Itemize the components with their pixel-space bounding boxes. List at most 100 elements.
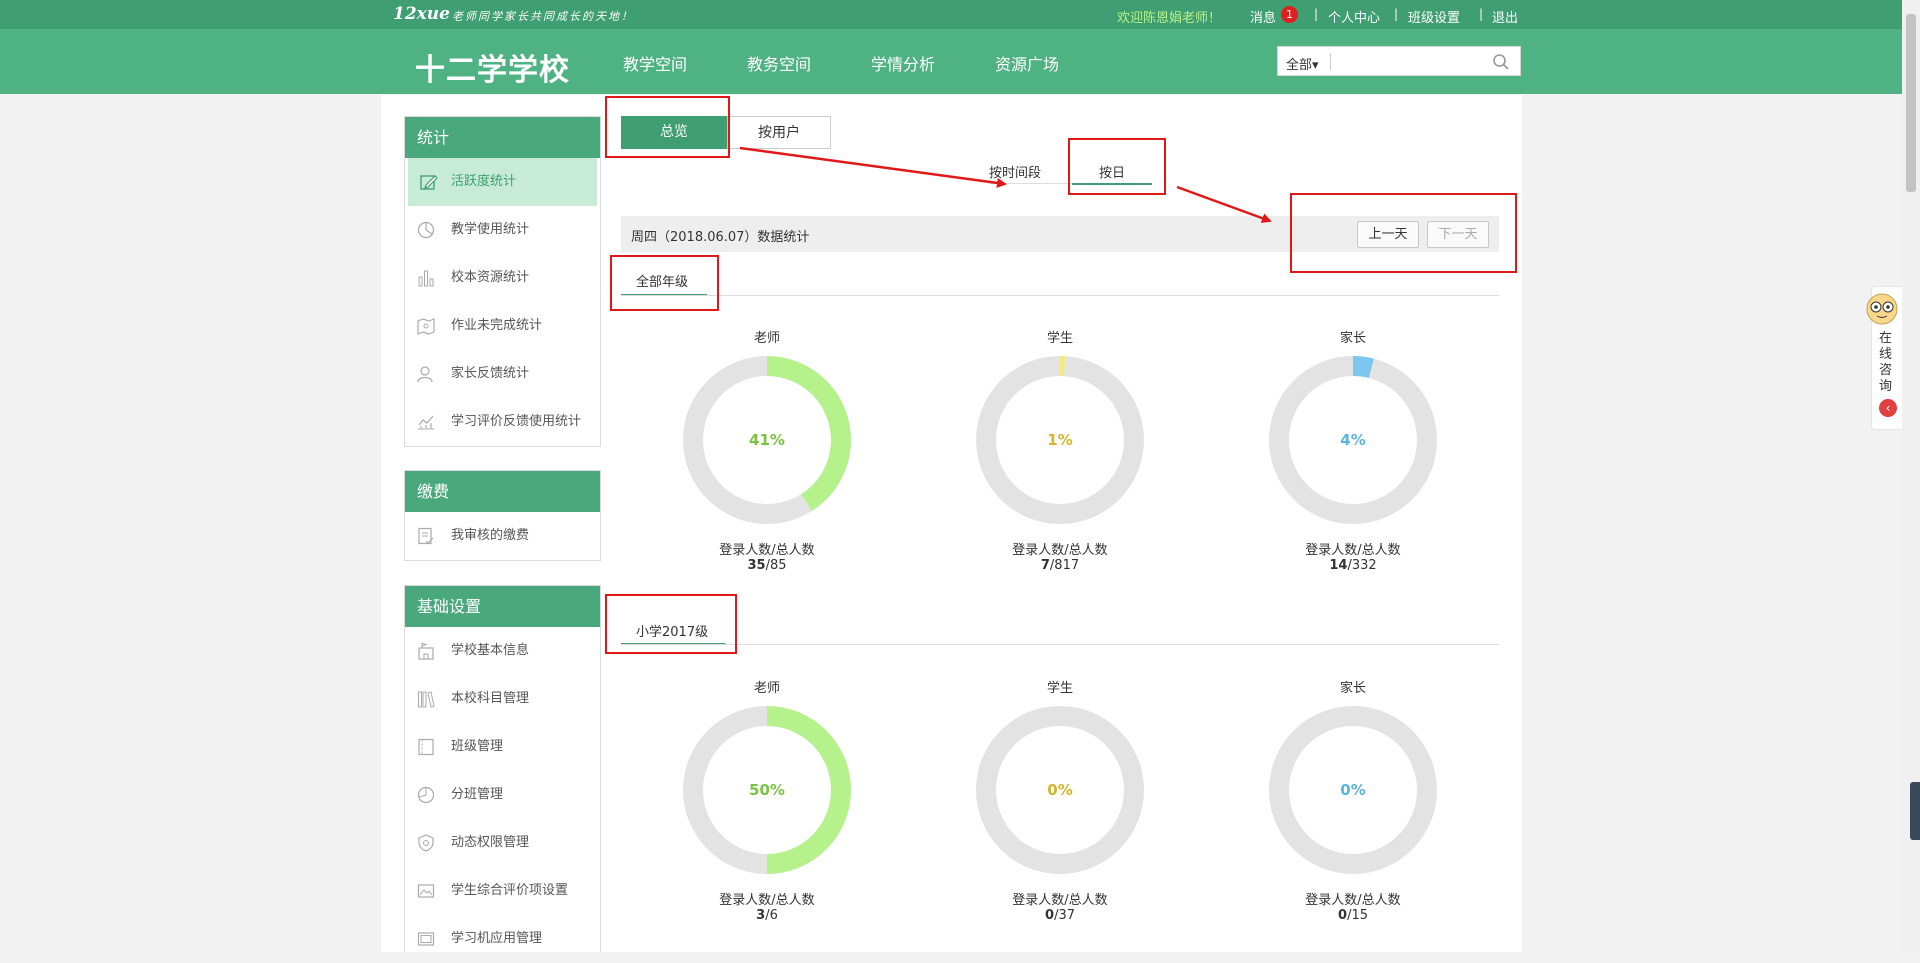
- sidebar-item-evaluation-feedback[interactable]: 学习评价反馈使用统计: [405, 398, 600, 446]
- class-settings-link[interactable]: 班级设置: [1408, 7, 1460, 26]
- stat-total: /15: [1347, 908, 1368, 923]
- sidebar-item-label: 校本资源统计: [451, 270, 530, 285]
- stat-count: 3/6: [667, 908, 867, 923]
- scrollbar-thumb[interactable]: [1906, 14, 1916, 192]
- bar-chart-icon: [418, 270, 434, 287]
- stat-label: 登录人数/总人数: [1305, 543, 1401, 558]
- side-drawer-handle[interactable]: [1910, 782, 1920, 840]
- annotation-box-by-day: [1068, 138, 1166, 195]
- stat-percentage: 41%: [749, 431, 785, 449]
- image-icon: [417, 884, 435, 898]
- sidebar-item-label: 活跃度统计: [451, 174, 517, 189]
- tab-by-user[interactable]: 按用户: [727, 116, 831, 149]
- tab-by-period[interactable]: 按时间段: [989, 162, 1041, 181]
- separator: |: [1479, 7, 1484, 21]
- sidebar-basic-title: 基础设置: [405, 586, 600, 627]
- stat-logged: 35: [747, 558, 766, 573]
- stat-logged: 0: [1045, 908, 1055, 923]
- sidebar-item-class-management[interactable]: 班级管理: [405, 723, 600, 771]
- sidebar-item-label: 家长反馈统计: [451, 366, 530, 381]
- search-box: 全部▾: [1277, 46, 1521, 76]
- stat-title: 老师: [753, 331, 780, 346]
- sidebar-item-teaching-usage[interactable]: 教学使用统计: [405, 206, 600, 254]
- sidebar-item-resource-stats[interactable]: 校本资源统计: [405, 254, 600, 302]
- annotation-box-all-grades: [610, 255, 719, 311]
- sidebar-item-homework-stats[interactable]: 作业未完成统计: [405, 302, 600, 350]
- nav-learning-analysis[interactable]: 学情分析: [871, 51, 935, 75]
- sidebar-item-label: 学生综合评价项设置: [451, 883, 569, 898]
- logout-link[interactable]: 退出: [1492, 7, 1518, 26]
- stat-title: 学生: [1046, 331, 1073, 346]
- stat-percentage: 50%: [749, 781, 785, 799]
- slogan: 老师同学家长共同成长的天地！: [452, 10, 634, 23]
- sidebar-item-learning-machine-apps[interactable]: 学习机应用管理: [405, 915, 600, 963]
- search-icon[interactable]: [1492, 53, 1510, 71]
- sidebar-item-subject-management[interactable]: 本校科目管理: [405, 675, 600, 723]
- trend-chart-icon: [418, 415, 434, 430]
- stat-title: 学生: [1046, 681, 1073, 696]
- annotation-box-day-buttons: [1290, 193, 1517, 273]
- stat-logged: 7: [1040, 558, 1050, 573]
- profile-link[interactable]: 个人中心: [1328, 7, 1380, 26]
- document-check-icon: [418, 527, 434, 545]
- donut-chart: 41%: [682, 355, 852, 525]
- nav-resource-plaza[interactable]: 资源广场: [995, 51, 1059, 75]
- stat-count: 7/817: [960, 558, 1160, 573]
- sidebar-item-label: 分班管理: [451, 787, 504, 802]
- stat-title: 老师: [753, 681, 780, 696]
- stat-total: /332: [1347, 558, 1377, 573]
- sidebar-item-label: 我审核的缴费: [451, 528, 530, 543]
- stat-card-student: 学生 1% 登录人数/总人数 7/817: [960, 327, 1160, 573]
- sidebar-item-label: 动态权限管理: [451, 835, 530, 850]
- sidebar-basic-settings-section: 基础设置 学校基本信息 本校科目管理 班级管理 分班管理 动态权限管理 学生综合…: [404, 585, 601, 952]
- user-icon: [417, 366, 433, 383]
- stat-percentage: 4%: [1340, 431, 1366, 449]
- date-label: 周四（2018.06.07）数据统计: [631, 230, 810, 245]
- separator: |: [1314, 7, 1319, 21]
- stat-card-student: 学生 0% 登录人数/总人数 0/37: [960, 677, 1160, 923]
- sidebar-item-activity-stats[interactable]: 活跃度统计: [408, 158, 597, 206]
- sidebar-item-parent-feedback[interactable]: 家长反馈统计: [405, 350, 600, 398]
- nav-academic-space[interactable]: 教务空间: [747, 51, 811, 75]
- search-scope-select[interactable]: 全部▾: [1286, 54, 1319, 73]
- pie-chart-icon: [417, 221, 435, 239]
- sidebar-item-evaluation-settings[interactable]: 学生综合评价项设置: [405, 867, 600, 915]
- top-bar: [0, 0, 1920, 29]
- stat-count: 35/85: [667, 558, 867, 573]
- main-nav: [0, 29, 1920, 94]
- sidebar-item-class-division[interactable]: 分班管理: [405, 771, 600, 819]
- search-input[interactable]: [1336, 50, 1490, 74]
- map-icon: [417, 318, 435, 335]
- messages-link[interactable]: 消息: [1250, 7, 1276, 26]
- mascot-icon: [1866, 293, 1898, 325]
- sidebar-item-label: 作业未完成统计: [451, 318, 543, 333]
- stat-percentage: 0%: [1340, 781, 1366, 799]
- messages-count-badge[interactable]: 1: [1281, 6, 1298, 23]
- separator: |: [1394, 7, 1399, 21]
- sidebar-item-label: 教学使用统计: [451, 222, 530, 237]
- sidebar-item-dynamic-permissions[interactable]: 动态权限管理: [405, 819, 600, 867]
- sidebar-item-label: 本校科目管理: [451, 691, 530, 706]
- logo-small[interactable]: 12xue: [393, 4, 450, 24]
- divider: [621, 295, 1499, 296]
- annotation-box-grade-2017: [605, 594, 737, 654]
- online-consult-widget[interactable]: 在线咨询 ‹: [1866, 286, 1902, 430]
- collapse-chevron-icon[interactable]: ‹: [1879, 399, 1897, 417]
- sidebar-item-my-reviewed-fees[interactable]: 我审核的缴费: [405, 512, 600, 560]
- notebook-icon: [418, 738, 434, 756]
- sidebar-item-label: 学习机应用管理: [451, 931, 543, 946]
- stat-total: /6: [765, 908, 778, 923]
- sidebar-stats-title: 统计: [405, 117, 600, 158]
- donut-chart: 0%: [1268, 705, 1438, 875]
- nav-teaching-space[interactable]: 教学空间: [623, 51, 687, 75]
- books-icon: [418, 691, 435, 708]
- sidebar-item-label: 班级管理: [451, 739, 504, 754]
- stat-label: 登录人数/总人数: [1012, 893, 1108, 908]
- building-icon: [418, 642, 434, 660]
- stat-logged: 3: [756, 908, 766, 923]
- stat-total: /85: [765, 558, 787, 573]
- sidebar-item-school-info[interactable]: 学校基本信息: [405, 627, 600, 675]
- stat-card-teacher: 老师 41% 登录人数/总人数 35/85: [667, 327, 867, 573]
- school-brand[interactable]: 十二学学校: [415, 45, 570, 89]
- edit-icon: [420, 175, 438, 190]
